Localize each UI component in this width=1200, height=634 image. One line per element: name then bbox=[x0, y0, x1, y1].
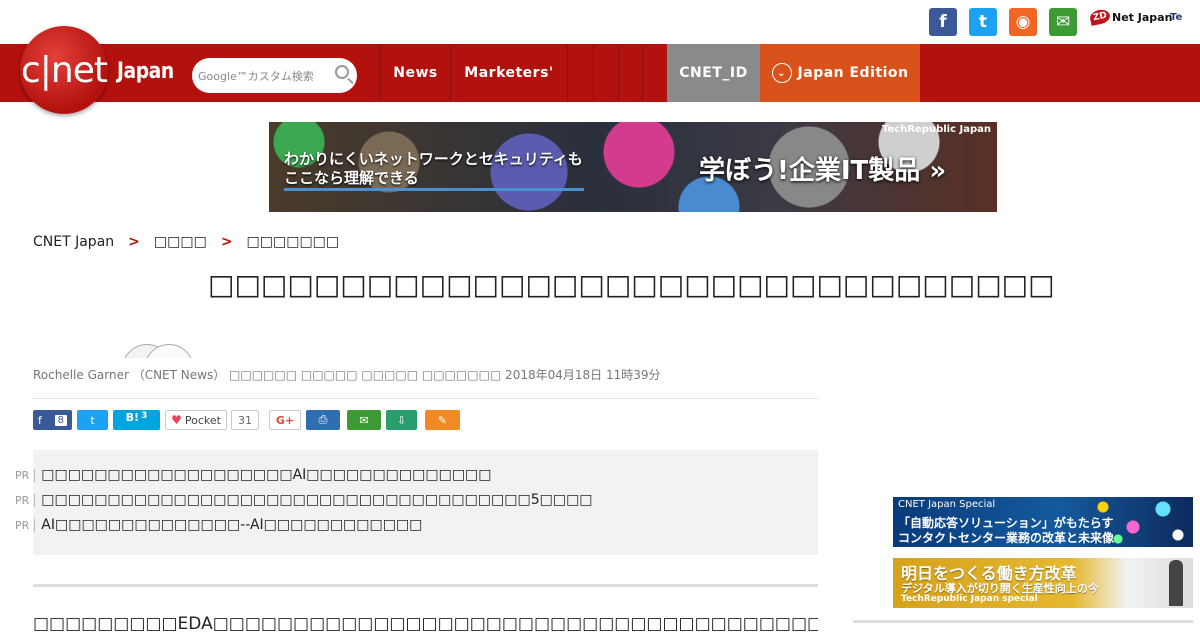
pocket-icon: ♥ bbox=[171, 413, 182, 427]
breadcrumb: CNET Japan > □□□□ > □□□□□□□ bbox=[33, 234, 339, 250]
mail-icon: ✉ bbox=[359, 413, 369, 427]
zdnet-japan-link[interactable]: ZD Net Japan bbox=[1088, 8, 1173, 26]
banner-underline bbox=[284, 188, 584, 191]
nav-item-3[interactable] bbox=[618, 44, 642, 102]
pocket-button[interactable]: ♥ Pocket bbox=[165, 410, 227, 430]
banner-ad[interactable]: TechRepublic Japan わかりにくいネットワークとセキュリティも … bbox=[269, 122, 997, 212]
nav-japan-edition[interactable]: ⌄ Japan Edition bbox=[760, 44, 920, 102]
hatena-icon: B! bbox=[125, 411, 140, 424]
techrepublic-link[interactable]: Te bbox=[1170, 12, 1182, 23]
clip-icon: ✎ bbox=[437, 413, 448, 427]
breadcrumb-level3[interactable]: □□□□□□□ bbox=[247, 234, 340, 250]
email-share-button[interactable]: ✉ bbox=[347, 410, 381, 430]
pr-text: □□□□□□□□□□□□□□□□□□□□□□□□□□□□□□□□□□□□□5□□… bbox=[41, 492, 593, 508]
nav-item-4[interactable] bbox=[642, 44, 667, 102]
twitter-share-button[interactable]: t bbox=[77, 410, 108, 430]
share-count: 3 bbox=[141, 411, 148, 421]
ad-headline: コンタクトセンター業務の改革と未来像 bbox=[898, 531, 1115, 545]
banner-brand: TechRepublic Japan bbox=[882, 124, 991, 135]
pr-text: AI□□□□□□□□□□□□□□--AI□□□□□□□□□□□□ bbox=[41, 517, 423, 533]
chevron-down-icon: ⌄ bbox=[771, 63, 792, 83]
pr-tag: PR bbox=[15, 518, 36, 532]
nav-item-2[interactable] bbox=[593, 44, 618, 102]
save-button[interactable]: ⇩ bbox=[386, 410, 417, 430]
divider bbox=[33, 398, 818, 399]
article-body: □□□□□□□□□EDA□□□□□□□□□□□□□□□□□□□□□□□□□□□□… bbox=[33, 614, 818, 634]
pocket-label: Pocket bbox=[184, 413, 221, 427]
pr-link[interactable]: PR □□□□□□□□□□□□□□□□□□□AI□□□□□□□□□□□□□□ bbox=[15, 467, 492, 483]
divider bbox=[853, 620, 1193, 623]
nav-marketers[interactable]: Marketers' bbox=[450, 44, 567, 102]
author-image bbox=[122, 344, 194, 358]
banner-line1: わかりにくいネットワークとセキュリティも bbox=[284, 150, 583, 168]
google-plus-button[interactable]: G+ bbox=[269, 410, 301, 430]
rss-icon[interactable]: ◉ bbox=[1009, 8, 1037, 36]
twitter-icon: t bbox=[90, 413, 95, 427]
article-byline: Rochelle Garner （CNET News） □□□□□□ □□□□□… bbox=[33, 368, 661, 382]
banner-cta: 学ぼう!企業IT製品 » bbox=[699, 156, 947, 186]
pr-text: □□□□□□□□□□□□□□□□□□□AI□□□□□□□□□□□□□□ bbox=[41, 467, 492, 483]
cnet-logo[interactable]: c|net bbox=[20, 26, 108, 114]
logo-japan-label: Japan bbox=[117, 59, 174, 84]
breadcrumb-separator: > bbox=[128, 234, 140, 250]
twitter-icon[interactable]: t bbox=[969, 8, 997, 36]
pr-tag: PR bbox=[15, 468, 36, 482]
download-icon: ⇩ bbox=[396, 413, 407, 427]
nav-cnet-id[interactable]: CNET_ID bbox=[667, 44, 760, 102]
ad-photo bbox=[1169, 560, 1183, 606]
print-icon: ⎙ bbox=[318, 413, 328, 426]
clip-button[interactable]: ✎ bbox=[425, 410, 460, 430]
sidebar-ad-workstyle[interactable]: 明日をつくる働き方改革 デジタル導入が切り開く生産性向上の今 TechRepub… bbox=[893, 558, 1193, 608]
banner-line2: ここなら理解できる bbox=[284, 169, 419, 187]
breadcrumb-home[interactable]: CNET Japan bbox=[33, 234, 114, 250]
print-button[interactable]: ⎙ bbox=[306, 410, 340, 430]
pr-tag: PR bbox=[15, 493, 36, 507]
sidebar-ad-contact-center[interactable]: CNET Japan Special 「自動応答ソリューション」がもたらす コン… bbox=[893, 497, 1193, 547]
pr-link[interactable]: PR AI□□□□□□□□□□□□□□--AI□□□□□□□□□□□□ bbox=[15, 517, 422, 533]
pr-link[interactable]: PR □□□□□□□□□□□□□□□□□□□□□□□□□□□□□□□□□□□□□… bbox=[15, 492, 593, 508]
nav-news[interactable]: News bbox=[380, 44, 450, 102]
pocket-count: 31 bbox=[231, 410, 259, 430]
zdnet-logo-icon: ZD bbox=[1088, 8, 1112, 26]
top-utility-bar: f t ◉ ✉ ZD Net Japan Te bbox=[0, 0, 1200, 44]
divider bbox=[33, 584, 818, 587]
share-count: 8 bbox=[54, 414, 67, 426]
edition-label: Japan Edition bbox=[797, 65, 909, 81]
nav-item-1[interactable] bbox=[567, 44, 593, 102]
facebook-icon[interactable]: f bbox=[929, 8, 957, 36]
ad-label: CNET Japan Special bbox=[898, 499, 996, 510]
search-input[interactable]: Google™カスタム検索 bbox=[198, 68, 314, 84]
hatena-bookmark-button[interactable]: B! 3 bbox=[113, 410, 160, 430]
mail-icon[interactable]: ✉ bbox=[1049, 8, 1077, 36]
ad-label: TechRepublic Japan special bbox=[901, 594, 1038, 604]
zdnet-label: Net Japan bbox=[1112, 10, 1173, 24]
page-title: □□□□□□□□□□□□□□□□□□□□□□□□□□□□□□□□ bbox=[208, 268, 1055, 301]
search-icon[interactable] bbox=[335, 65, 349, 79]
search-box[interactable]: Google™カスタム検索 bbox=[192, 58, 357, 93]
breadcrumb-separator: > bbox=[220, 234, 233, 250]
facebook-icon: f bbox=[38, 413, 42, 427]
facebook-share-button[interactable]: f 8 bbox=[33, 410, 72, 430]
breadcrumb-level2[interactable]: □□□□ bbox=[154, 234, 207, 250]
